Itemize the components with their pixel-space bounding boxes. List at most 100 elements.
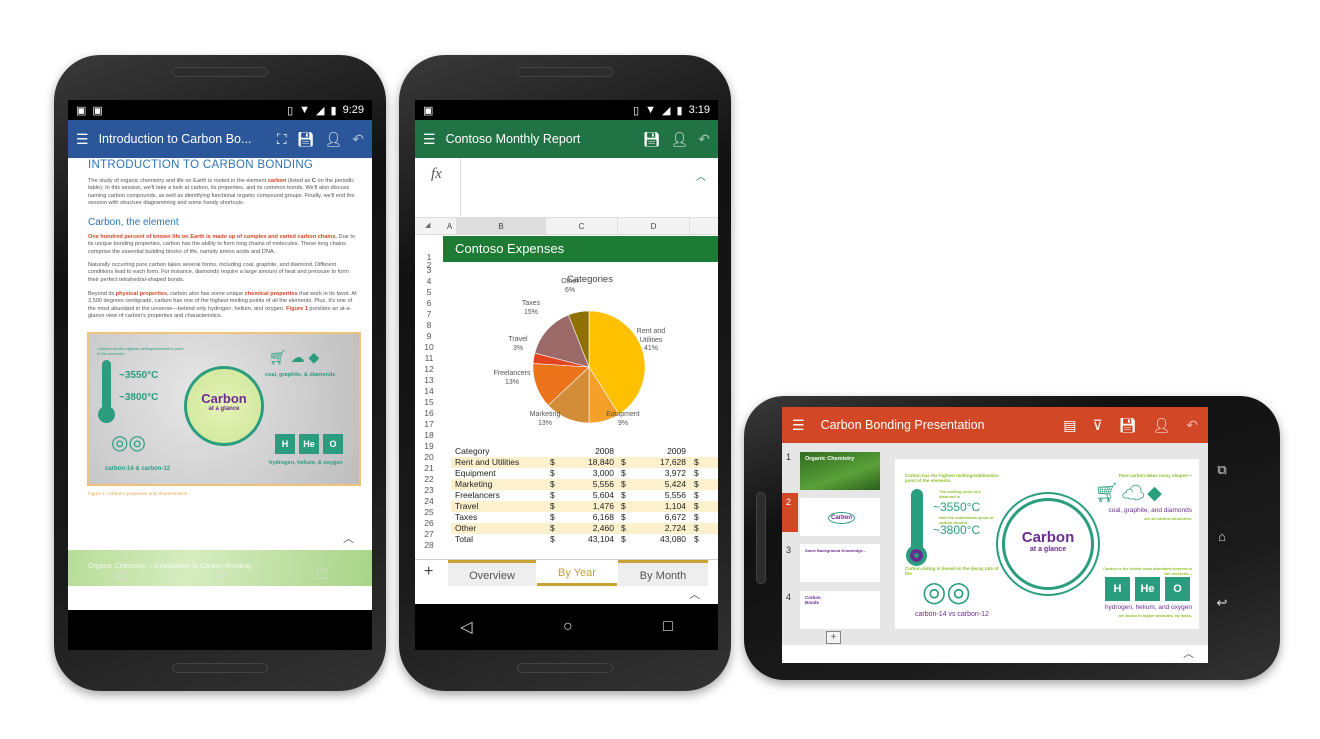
recents-icon[interactable]: □ [663, 618, 673, 636]
chevron-up-icon[interactable]: ︿ [689, 589, 700, 601]
home-icon[interactable]: ○ [216, 566, 226, 584]
collapse-bar[interactable]: ︿ [782, 645, 1208, 663]
pie-label: Taxes 15% [506, 300, 556, 317]
row-header[interactable]: 11 [415, 353, 443, 364]
recents-icon[interactable]: □ [317, 566, 327, 584]
recents-icon[interactable]: ⧉ [1217, 462, 1226, 478]
add-slide-button[interactable]: + [826, 631, 841, 644]
home-icon[interactable]: ⌂ [1218, 529, 1226, 544]
home-icon[interactable]: ○ [563, 618, 573, 636]
row-header[interactable]: 12 [415, 364, 443, 375]
formula-bar[interactable]: fx ︿ [415, 158, 718, 218]
text: Beyond its [88, 291, 116, 297]
hamburger-menu-icon[interactable]: ☰ [76, 132, 89, 146]
table-row[interactable]: Category 2008 2009 [451, 446, 718, 457]
select-all-corner[interactable]: ◢ [425, 221, 430, 229]
word-screen: ▣ ▣ ▯ ▼ ◢ ▮ 9:29 ☰ Introduction to Carbon Bo… [68, 100, 372, 650]
chevron-up-icon[interactable]: ︿ [1183, 648, 1194, 660]
column-header-d[interactable]: D [618, 218, 690, 235]
column-header-c[interactable]: C [546, 218, 618, 235]
currency-symbol: $ [621, 468, 626, 478]
row-header[interactable]: 5 [415, 287, 443, 298]
row-header[interactable]: 22 [415, 474, 443, 485]
pie-label: Other 6% [545, 278, 595, 295]
column-header-a[interactable]: A [443, 218, 457, 235]
row-header[interactable]: 16 [415, 408, 443, 419]
table-row[interactable]: Travel $1,476 $1,104 $ [451, 501, 718, 512]
collapse-bar[interactable]: ︿ [68, 530, 372, 550]
hamburger-menu-icon[interactable]: ☰ [423, 132, 436, 146]
save-icon[interactable]: 💾︎ [643, 132, 661, 146]
spreadsheet-grid[interactable]: ◢ A B C D 1 2 3 4 5 6 7 8 9 10 11 12 13 14 15 16 17 18 19 2… [415, 218, 718, 560]
share-icon[interactable]: 👤︎ [670, 132, 688, 146]
table-row[interactable]: Other $2,460 $2,724 $ [451, 523, 718, 534]
document-subheading: Carbon, the element [88, 217, 179, 228]
add-sheet-button[interactable]: + [424, 563, 433, 581]
present-icon[interactable]: ⊽ [1092, 418, 1102, 432]
tab-by-month[interactable]: By Month [618, 560, 708, 586]
row-header[interactable]: 21 [415, 463, 443, 474]
undo-icon[interactable]: ↶ [1186, 418, 1198, 432]
row-header[interactable]: 23 [415, 485, 443, 496]
row-header[interactable]: 7 [415, 309, 443, 320]
row-header[interactable]: 9 [415, 331, 443, 342]
row-header[interactable]: 25 [415, 507, 443, 518]
reading-view-icon[interactable]: ⛶ [277, 132, 287, 146]
table-row[interactable]: Equipment $3,000 $3,972 $ [451, 468, 718, 479]
tab-overview[interactable]: Overview [448, 560, 536, 586]
current-slide[interactable]: Carbon has the highest melting/sublimati… [895, 459, 1199, 629]
notes-icon[interactable]: ▤ [1063, 418, 1076, 432]
row-header[interactable]: 26 [415, 518, 443, 529]
table-row[interactable]: Total $43,104 $43,080 $ [451, 534, 718, 545]
tab-by-year[interactable]: By Year [537, 560, 617, 586]
speaker-grille [172, 663, 268, 673]
pie-label-name: Freelancers [493, 370, 531, 377]
slide-thumbnails-pane[interactable]: 1 2 3 4 Organic Chemistry Carbon Some Ba… [782, 443, 882, 645]
slide-thumbnail-2[interactable]: Carbon [800, 498, 880, 536]
save-icon[interactable]: 💾︎ [297, 132, 315, 146]
back-icon[interactable]: ◁ [460, 617, 472, 637]
row-header[interactable]: 24 [415, 496, 443, 507]
row-header[interactable]: 20 [415, 452, 443, 463]
table-row[interactable]: Freelancers $5,604 $5,556 $ [451, 490, 718, 501]
slide-thumbnail-4[interactable]: Carbon Bonds [800, 591, 880, 629]
row-header[interactable]: 4 [415, 276, 443, 287]
image-icon: ▣ [92, 104, 103, 117]
hamburger-menu-icon[interactable]: ☰ [792, 418, 805, 432]
share-icon[interactable]: 👤︎ [1152, 418, 1170, 432]
row-header[interactable]: 10 [415, 342, 443, 353]
text: carbon [267, 178, 287, 184]
collapse-bar[interactable]: ︿ [415, 586, 718, 604]
elements-note: are found in higher amounts, by mass. [1118, 613, 1192, 618]
temp-sub: ~3800°C [119, 392, 159, 403]
row-header[interactable]: 14 [415, 386, 443, 397]
table-row[interactable]: Marketing $5,556 $5,424 $ [451, 479, 718, 490]
undo-icon[interactable]: ↶ [352, 132, 364, 146]
thumb-title: Carbon [828, 512, 855, 524]
column-header-b[interactable]: B [457, 218, 546, 235]
row-header[interactable]: 27 [415, 529, 443, 540]
undo-icon[interactable]: ↶ [698, 132, 710, 146]
save-icon[interactable]: 💾︎ [1119, 418, 1137, 432]
slide-thumbnail-3[interactable]: Some Background Knowledge... [800, 544, 880, 582]
slide-thumbnail-1[interactable]: Organic Chemistry [800, 452, 880, 490]
row-header[interactable]: 17 [415, 419, 443, 430]
pie-label-percent: 41% [643, 345, 658, 352]
currency-symbol: $ [621, 534, 626, 544]
table-row[interactable]: Rent and Utilities $18,840 $17,628 $ [451, 457, 718, 468]
back-icon[interactable]: ↩ [1217, 595, 1228, 611]
back-icon[interactable]: ◁ [113, 565, 125, 585]
row-header[interactable]: 8 [415, 320, 443, 331]
infographic-figure[interactable]: Carbon has the highest melting/sublimati… [87, 332, 361, 486]
table-row[interactable]: Taxes $6,168 $6,672 $ [451, 512, 718, 523]
row-header[interactable]: 15 [415, 397, 443, 408]
row-header[interactable]: 13 [415, 375, 443, 386]
row-header[interactable]: 18 [415, 430, 443, 441]
row-header[interactable]: 3 [415, 265, 443, 276]
row-header[interactable]: 28 [415, 540, 443, 551]
row-header[interactable]: 6 [415, 298, 443, 309]
share-icon[interactable]: 👤︎ [324, 132, 342, 146]
chevron-up-icon[interactable]: ︿ [343, 533, 354, 545]
row-header[interactable]: 19 [415, 441, 443, 452]
expand-formula-icon[interactable]: ︿ [696, 168, 706, 183]
